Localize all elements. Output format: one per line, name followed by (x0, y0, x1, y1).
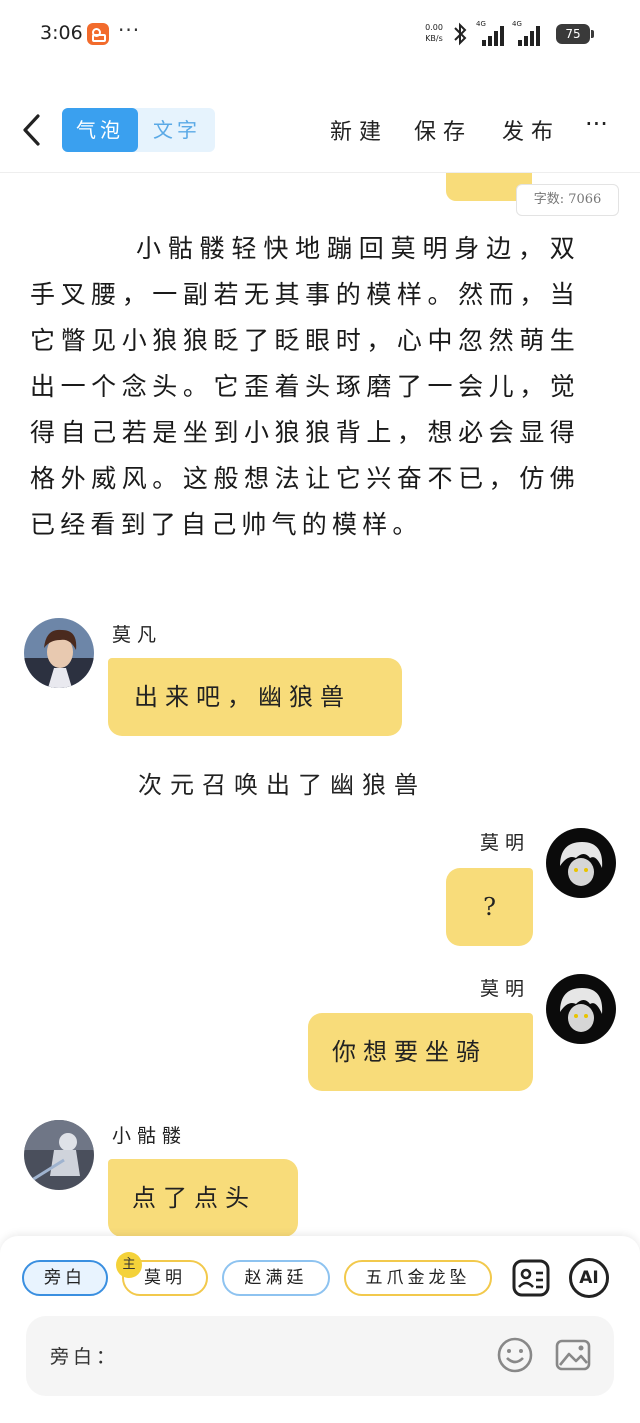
save-button[interactable]: 保存 (414, 114, 472, 146)
status-bar: 3:06 ··· 0.00 KB/s 4G 4G 75 (0, 0, 640, 70)
message-bubble[interactable]: 点了点头 (108, 1159, 298, 1237)
net-speed: 0.00 KB/s (422, 22, 446, 44)
header-divider (0, 172, 640, 173)
new-button[interactable]: 新建 (330, 114, 388, 146)
battery-indicator: 75 (556, 24, 594, 44)
word-count-badge: 字数: 7066 (516, 184, 619, 216)
role-chip-zhaomanting[interactable]: 赵满廷 (222, 1260, 330, 1296)
avatar-moming[interactable] (546, 828, 616, 898)
back-icon[interactable] (18, 112, 48, 148)
avatar-mofan[interactable] (24, 618, 94, 688)
speaker-name: 莫明 (480, 832, 531, 854)
avatar-image (24, 1120, 94, 1190)
role-chip-wuzhaojinlongzhui[interactable]: 五爪金龙坠 (344, 1260, 492, 1296)
top-toolbar: 气泡 文字 新建 保存 发布 ··· (0, 100, 640, 160)
narration-line[interactable]: 次元召唤出了幽狼兽 (138, 765, 426, 800)
bluetooth-icon (454, 22, 467, 46)
signal-label: 4G (476, 20, 486, 28)
input-role-label: 旁白： (50, 1346, 120, 1368)
signal-icon: 4G (512, 20, 546, 46)
signal-icon: 4G (476, 20, 510, 46)
message-bubble[interactable]: 你想要坐骑 (308, 1013, 533, 1091)
speaker-name: 莫明 (480, 978, 531, 1000)
dialogue-input[interactable]: 旁白： (26, 1316, 614, 1396)
avatar-xiaokulou[interactable] (24, 1120, 94, 1190)
message-bubble[interactable]: 出来吧，幽狼兽 (108, 658, 402, 736)
publish-button[interactable]: 发布 (502, 114, 560, 146)
contact-card-icon[interactable] (511, 1258, 551, 1298)
role-chip-narrator[interactable]: 旁白 (22, 1260, 108, 1296)
main-character-badge: 主 (116, 1252, 142, 1278)
app-notification-icon (87, 23, 109, 45)
more-menu-icon[interactable]: ··· (585, 110, 608, 138)
message-bubble[interactable]: ? (446, 868, 533, 946)
avatar-image (24, 618, 94, 688)
ai-icon[interactable]: AI (569, 1258, 609, 1298)
tab-bubble[interactable]: 气泡 (62, 108, 138, 152)
status-time: 3:06 (40, 22, 83, 44)
net-speed-value: 0.00 (425, 23, 443, 32)
avatar-moming[interactable] (546, 974, 616, 1044)
signal-label: 4G (512, 20, 522, 28)
status-more-icon: ··· (118, 18, 141, 42)
speaker-name: 小骷髅 (112, 1125, 188, 1147)
net-speed-unit: KB/s (425, 34, 443, 43)
emoji-icon[interactable] (496, 1336, 534, 1374)
narration-paragraph[interactable]: 小骷髅轻快地蹦回莫明身边，双手叉腰，一副若无其事的模样。然而，当它瞥见小狼狼眨了… (30, 226, 580, 548)
mode-switch: 气泡 文字 (62, 108, 215, 152)
avatar-image (546, 828, 616, 898)
speaker-name: 莫凡 (112, 624, 163, 646)
avatar-image (546, 974, 616, 1044)
image-icon[interactable] (554, 1336, 592, 1374)
compose-panel: 旁白 莫明 主 赵满廷 五爪金龙坠 AI 旁白： (0, 1236, 640, 1423)
tab-text[interactable]: 文字 (139, 108, 215, 152)
